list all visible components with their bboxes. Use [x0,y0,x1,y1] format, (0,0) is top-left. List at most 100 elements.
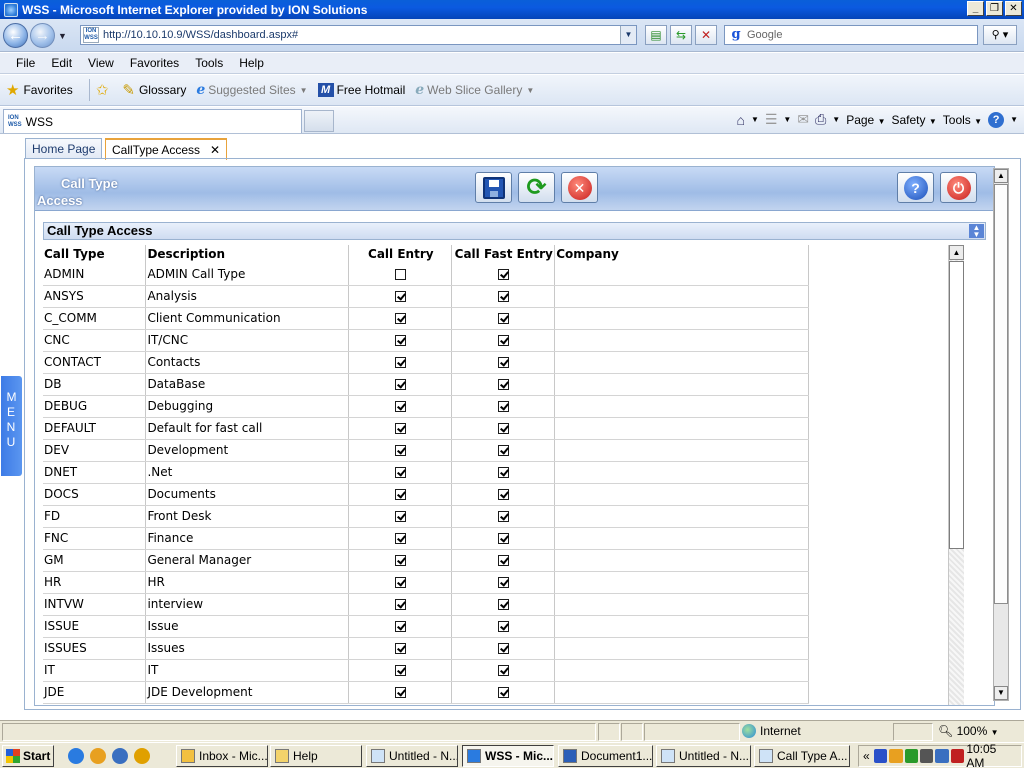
call-fast-entry-checkbox[interactable] [498,268,510,280]
outlook-quicklaunch-icon[interactable] [90,748,106,764]
safety-menu[interactable]: Safety ▼ [892,113,937,127]
task-untitled-notepad-2[interactable]: Untitled - N... [656,745,751,767]
close-window-button[interactable]: ✕ [1005,1,1022,16]
table-row[interactable]: DOCS Documents [43,483,809,506]
ie-quicklaunch-icon[interactable] [68,748,84,764]
call-entry-checkbox[interactable] [395,357,407,368]
menu-favorites[interactable]: Favorites [122,56,187,70]
call-entry-checkbox[interactable] [395,489,407,500]
home-icon[interactable]: ⌂ [736,112,744,128]
side-menu-tab[interactable]: M E N U [1,376,22,476]
col-header-call-type[interactable]: Call Type [43,245,147,263]
menu-file[interactable]: File [8,56,43,70]
chevron-down-icon[interactable]: ▼ [783,115,791,124]
security-tray-icon[interactable] [904,749,918,763]
history-dropdown-icon[interactable]: ▼ [58,31,67,41]
tab-home-page[interactable]: Home Page [25,138,103,159]
page-scrollbar[interactable]: ▲ ▼ [993,168,1009,701]
task-untitled-notepad[interactable]: Untitled - N... [366,745,458,767]
call-fast-entry-checkbox[interactable] [498,445,510,456]
save-button[interactable] [475,172,512,203]
menu-help[interactable]: Help [231,56,272,70]
call-entry-checkbox[interactable] [395,379,407,390]
menu-tools[interactable]: Tools [187,56,231,70]
task-inbox[interactable]: Inbox - Mic... [176,745,268,767]
table-row[interactable]: FD Front Desk [43,505,809,528]
task-wss-ie[interactable]: WSS - Mic... [462,745,554,767]
start-button[interactable]: Start [2,745,54,767]
call-fast-entry-checkbox[interactable] [498,291,510,302]
table-row[interactable]: HR HR [43,571,809,594]
call-entry-checkbox[interactable] [395,511,407,522]
grid-scroll-thumb[interactable] [949,261,964,549]
table-row[interactable]: DEBUG Debugging [43,395,809,418]
task-help[interactable]: Help [270,745,362,767]
call-entry-checkbox[interactable] [395,687,407,698]
grid-scrollbar[interactable]: ▲ [948,245,964,705]
feeds-icon[interactable]: ☰ [765,111,778,128]
call-fast-entry-checkbox[interactable] [498,621,510,632]
table-row[interactable]: DEV Development [43,439,809,462]
search-input[interactable]: g Google [724,25,978,45]
call-fast-entry-checkbox[interactable] [498,687,510,698]
col-header-call-entry[interactable]: Call Entry [348,245,453,263]
address-input[interactable]: ION WSS http://10.10.10.9/WSS/dashboard.a… [80,25,637,45]
col-header-company[interactable]: Company [554,245,809,263]
table-row[interactable]: DB DataBase [43,373,809,396]
table-row[interactable]: ANSYS Analysis [43,285,809,308]
favorites-button[interactable]: ★ Favorites [6,81,73,99]
col-header-call-fast-entry[interactable]: Call Fast Entry [451,245,556,263]
favorite-suggested-sites[interactable]: e Suggested Sites ▼ [196,82,307,98]
table-row[interactable]: DNET .Net [43,461,809,484]
favorite-free-hotmail[interactable]: M Free Hotmail [317,83,405,97]
call-entry-checkbox[interactable] [395,291,407,302]
call-entry-checkbox[interactable] [395,665,407,676]
call-fast-entry-checkbox[interactable] [498,313,510,324]
table-row[interactable]: CONTACT Contacts [43,351,809,374]
antivirus-icon[interactable] [950,749,965,763]
maximize-button[interactable]: ❐ [986,1,1003,16]
table-row[interactable]: CNC IT/CNC [43,329,809,352]
close-tab-icon[interactable]: ✕ [210,143,220,157]
task-call-type-access[interactable]: Call Type A... [754,745,850,767]
tray-expand-icon[interactable]: « [863,749,870,763]
scroll-down-icon[interactable]: ▼ [994,686,1008,700]
call-fast-entry-checkbox[interactable] [498,533,510,544]
call-fast-entry-checkbox[interactable] [498,423,510,434]
cancel-button[interactable]: ✕ [561,172,598,203]
call-entry-checkbox[interactable] [395,621,407,632]
col-header-description[interactable]: Description [145,245,350,263]
call-entry-checkbox[interactable] [395,577,407,588]
tools-menu[interactable]: Tools ▼ [943,113,982,127]
call-fast-entry-checkbox[interactable] [498,467,510,478]
favorite-web-slice-gallery[interactable]: e Web Slice Gallery ▼ [415,82,534,98]
call-fast-entry-checkbox[interactable] [498,555,510,566]
clock-app-icon[interactable] [889,749,903,763]
call-fast-entry-checkbox[interactable] [498,335,510,346]
call-fast-entry-checkbox[interactable] [498,511,510,522]
address-dropdown-icon[interactable]: ▼ [620,26,636,44]
browser-tab-wss[interactable]: ION WSS WSS [3,109,302,133]
refresh-page-button[interactable]: ⇆ [670,25,692,45]
forward-button[interactable]: → [30,23,55,48]
call-entry-checkbox[interactable] [395,445,407,456]
table-row[interactable]: INTVW interview [43,593,809,616]
page-menu[interactable]: Page ▼ [846,113,885,127]
help-icon[interactable]: ? [988,111,1005,128]
back-button[interactable]: ← [3,23,28,48]
tray-app-icon[interactable] [920,749,934,763]
call-fast-entry-checkbox[interactable] [498,665,510,676]
call-fast-entry-checkbox[interactable] [498,489,510,500]
table-row[interactable]: ADMIN ADMIN Call Type [43,263,809,286]
call-fast-entry-checkbox[interactable] [498,401,510,412]
table-row[interactable]: GM General Manager [43,549,809,572]
network-icon[interactable] [873,749,888,763]
call-fast-entry-checkbox[interactable] [498,577,510,588]
security-zone[interactable]: Internet [742,724,801,738]
media-quicklaunch-icon[interactable] [134,748,150,764]
favorite-glossary[interactable]: ✎ Glossary [122,81,186,99]
task-document1[interactable]: Document1... [558,745,653,767]
page-scroll-thumb[interactable] [994,184,1008,604]
table-row[interactable]: C_COMM Client Communication [43,307,809,330]
add-favorite-button[interactable]: ✩ [96,81,113,99]
